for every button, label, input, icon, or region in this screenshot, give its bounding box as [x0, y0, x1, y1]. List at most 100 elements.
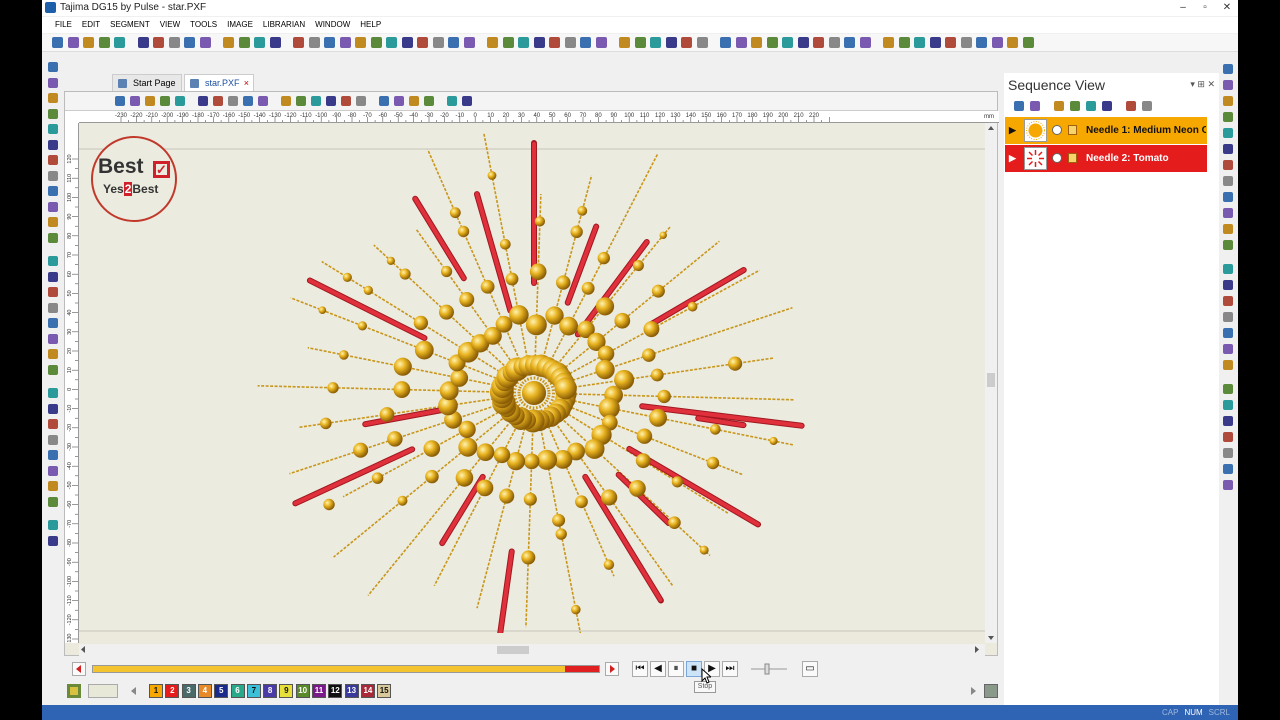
left-tool-3-icon[interactable] — [48, 93, 58, 103]
right-tool-20-icon[interactable] — [1223, 384, 1233, 394]
toolbar-tool-25-icon[interactable] — [448, 37, 459, 48]
palette-swatch-12[interactable]: 12 — [328, 684, 343, 698]
left-tool-7-icon[interactable] — [48, 155, 58, 165]
left-tool-4-icon[interactable] — [48, 108, 58, 119]
palette-swatch-4[interactable]: 4 — [197, 684, 212, 698]
rewind-slider-icon[interactable] — [72, 662, 86, 676]
right-tool-9-icon[interactable] — [1223, 192, 1233, 202]
design-tool-18-icon[interactable] — [394, 96, 404, 106]
palette-swatch-13[interactable]: 13 — [344, 684, 359, 698]
menu-view[interactable]: VIEW — [155, 17, 185, 33]
left-tool-10-icon[interactable] — [48, 201, 58, 212]
visibility-icon[interactable] — [1052, 153, 1062, 163]
toolbar-tool-37-icon[interactable] — [650, 37, 661, 48]
design-canvas[interactable]: Best ✓ Yes2Best — [79, 123, 985, 646]
toolbar-tool-23-icon[interactable] — [417, 37, 428, 48]
left-tool-6-icon[interactable] — [48, 139, 58, 150]
first-stitch-button[interactable]: ⏮ — [632, 661, 648, 677]
palette-swatch-15[interactable]: 15 — [377, 684, 392, 698]
toolbar-tool-5-icon[interactable] — [114, 37, 125, 48]
toolbar-tool-27-icon[interactable] — [487, 37, 498, 48]
palette-swatch-8[interactable]: 8 — [263, 684, 278, 698]
toolbar-tool-59-icon[interactable] — [1007, 37, 1018, 48]
right-tool-1-icon[interactable] — [1223, 64, 1233, 74]
needle-row-2[interactable]: ▶ Needle 2: Tomato — [1005, 145, 1207, 172]
sequence-tool-8-icon[interactable] — [1142, 101, 1152, 111]
right-tool-2-icon[interactable] — [1223, 80, 1233, 90]
needle-row-1[interactable]: ▶ Needle 1: Medium Neon O — [1005, 117, 1207, 144]
menu-help[interactable]: HELP — [355, 17, 386, 33]
menu-segment[interactable]: SEGMENT — [105, 17, 155, 33]
toolbar-tool-60-icon[interactable] — [1022, 37, 1034, 48]
palette-scroll-left-icon[interactable] — [128, 685, 140, 697]
right-tool-7-icon[interactable] — [1223, 160, 1233, 170]
right-tool-26-icon[interactable] — [1223, 480, 1233, 490]
toolbar-tool-26-icon[interactable] — [463, 37, 475, 48]
toolbar-tool-43-icon[interactable] — [751, 37, 762, 48]
design-tool-12-icon[interactable] — [296, 96, 306, 106]
left-tool-29-icon[interactable] — [48, 520, 58, 530]
left-tool-15-icon[interactable] — [48, 287, 58, 297]
toolbar-tool-11-icon[interactable] — [223, 37, 234, 48]
left-tool-13-icon[interactable] — [48, 256, 58, 266]
toolbar-tool-41-icon[interactable] — [720, 37, 731, 48]
toolbar-tool-51-icon[interactable] — [883, 37, 894, 48]
menu-image[interactable]: IMAGE — [222, 17, 258, 33]
sequence-tool-4-icon[interactable] — [1070, 101, 1080, 111]
toolbar-tool-50-icon[interactable] — [859, 37, 871, 48]
expand-arrow-icon[interactable]: ▶ — [1009, 117, 1016, 144]
sequence-tool-3-icon[interactable] — [1054, 101, 1064, 111]
toolbar-tool-12-icon[interactable] — [238, 37, 250, 48]
palette-swatch-1[interactable]: 1 — [149, 684, 163, 698]
left-tool-18-icon[interactable] — [48, 333, 58, 344]
toolbar-tool-14-icon[interactable] — [269, 37, 281, 48]
toolbar-tool-56-icon[interactable] — [960, 37, 972, 48]
toolbar-tool-22-icon[interactable] — [401, 37, 413, 48]
palette-swatch-2[interactable]: 2 — [165, 684, 180, 698]
right-tool-14-icon[interactable] — [1223, 280, 1233, 290]
design-tool-8-icon[interactable] — [228, 96, 238, 106]
palette-swatch-9[interactable]: 9 — [279, 684, 294, 698]
left-tool-27-icon[interactable] — [48, 481, 58, 491]
toolbar-tool-52-icon[interactable] — [898, 37, 910, 48]
vertical-scrollbar[interactable] — [985, 123, 997, 643]
right-tool-23-icon[interactable] — [1223, 432, 1233, 442]
left-tool-9-icon[interactable] — [48, 186, 58, 196]
right-tool-17-icon[interactable] — [1223, 328, 1233, 338]
sequence-tool-2-icon[interactable] — [1030, 101, 1040, 111]
horizontal-scrollbar[interactable] — [79, 644, 985, 656]
toolbar-tool-18-icon[interactable] — [339, 37, 351, 48]
toolbar-tool-31-icon[interactable] — [549, 37, 560, 48]
toolbar-tool-3-icon[interactable] — [83, 37, 94, 48]
toolbar-tool-39-icon[interactable] — [681, 37, 692, 48]
toolbar-tool-36-icon[interactable] — [634, 37, 646, 48]
left-tool-2-icon[interactable] — [48, 77, 58, 88]
current-color-field[interactable] — [88, 684, 118, 698]
toolbar-tool-30-icon[interactable] — [533, 37, 545, 48]
menu-window[interactable]: WINDOW — [310, 17, 355, 33]
design-tool-11-icon[interactable] — [281, 96, 291, 106]
toolbar-tool-40-icon[interactable] — [696, 37, 708, 48]
toolbar-tool-20-icon[interactable] — [370, 37, 382, 48]
toolbar-tool-32-icon[interactable] — [564, 37, 576, 48]
toolbar-tool-28-icon[interactable] — [502, 37, 514, 48]
palette-icon[interactable] — [67, 684, 81, 698]
folder-icon[interactable]: ▭ — [802, 661, 818, 677]
design-tool-4-icon[interactable] — [160, 96, 170, 106]
panel-controls[interactable]: ▾ ⊞ ✕ — [1190, 79, 1215, 90]
close-button[interactable]: ✕ — [1216, 0, 1238, 16]
maximize-button[interactable]: ▫ — [1194, 0, 1216, 16]
design-tool-10-icon[interactable] — [258, 96, 268, 106]
stitch-progress-slider[interactable] — [92, 665, 600, 673]
toolbar-tool-57-icon[interactable] — [976, 37, 987, 48]
left-tool-25-icon[interactable] — [48, 450, 58, 460]
right-tool-11-icon[interactable] — [1223, 224, 1233, 234]
toolbar-tool-21-icon[interactable] — [386, 37, 397, 48]
right-tool-4-icon[interactable] — [1223, 112, 1233, 122]
left-tool-24-icon[interactable] — [48, 434, 58, 445]
toolbar-tool-8-icon[interactable] — [168, 37, 180, 48]
design-tool-22-icon[interactable] — [462, 96, 472, 106]
toolbar-tool-29-icon[interactable] — [518, 37, 529, 48]
toolbar-tool-54-icon[interactable] — [929, 37, 941, 48]
sequence-tool-1-icon[interactable] — [1014, 101, 1024, 111]
